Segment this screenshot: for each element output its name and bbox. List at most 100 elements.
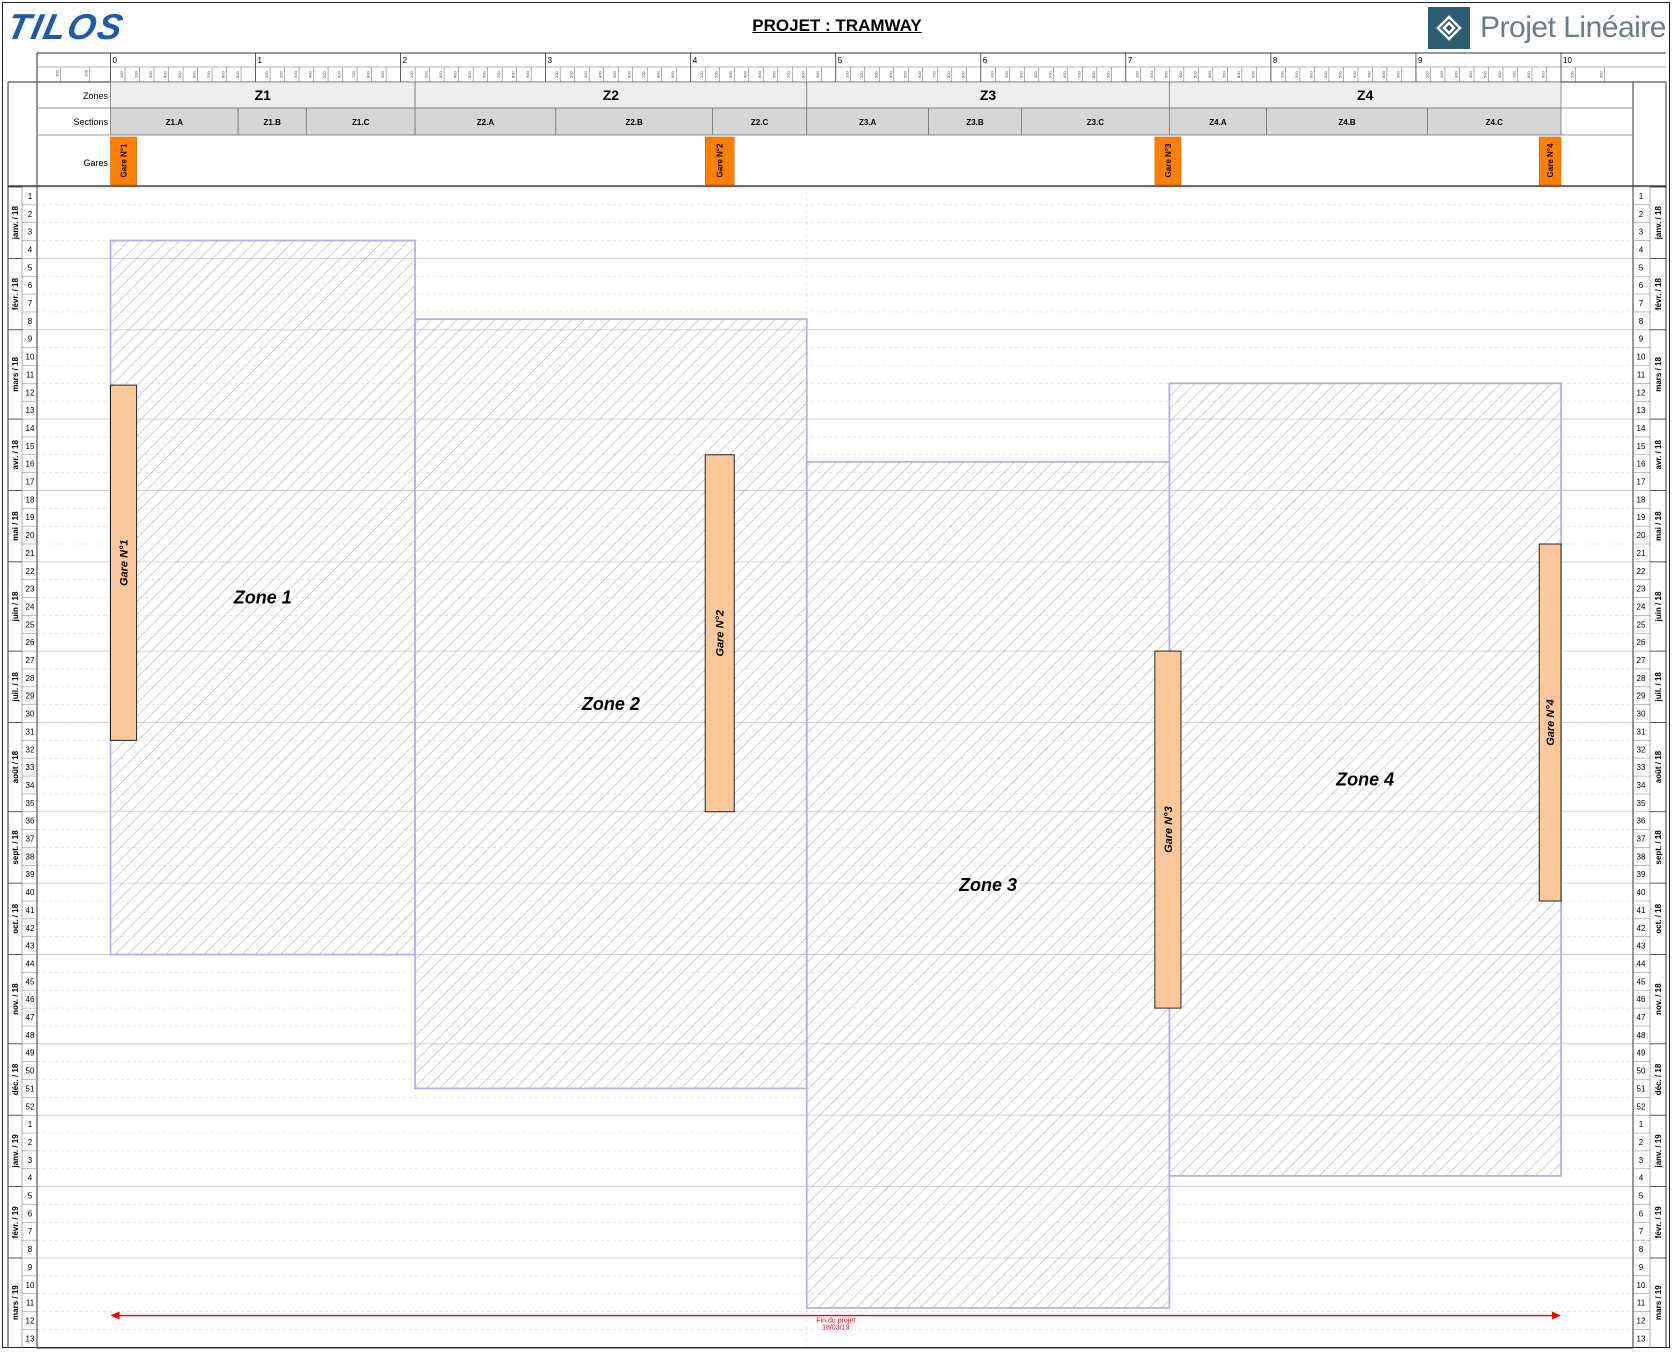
ruler-minor-label: 900 xyxy=(1105,71,1110,78)
week-number-left: 35 xyxy=(26,799,35,808)
week-number-right: 21 xyxy=(1637,549,1646,558)
week-number-left: 34 xyxy=(26,781,35,790)
project-end: Fin du projet18/03/19 xyxy=(110,1311,1561,1332)
month-label-left: sept. / 18 xyxy=(11,830,20,865)
month-label-right: févr. / 19 xyxy=(1654,1206,1663,1239)
zone-header-label: Z2 xyxy=(603,87,620,103)
week-number-left: 26 xyxy=(26,638,35,647)
ruler-minor-label: 300 xyxy=(1453,71,1458,78)
section-header-label: Z4.B xyxy=(1338,118,1356,127)
month-label-right: janv. / 18 xyxy=(1654,206,1663,241)
ruler-minor-label: 500 xyxy=(612,71,617,78)
ruler-minor-label: 100 xyxy=(844,71,849,78)
week-number-right: 16 xyxy=(1637,460,1646,469)
ruler-minor-label: 100 xyxy=(409,71,414,78)
ruler-minor-label: 700 xyxy=(786,71,791,78)
month-label-right: janv. / 19 xyxy=(1654,1134,1663,1169)
ruler-major-label: 7 xyxy=(1128,56,1133,65)
month-label-left: févr. / 19 xyxy=(11,1206,20,1239)
ruler-minor-label: 800 xyxy=(1381,71,1386,78)
week-number-right: 18 xyxy=(1637,495,1646,504)
ruler-minor-label: 800 xyxy=(801,71,806,78)
ruler-minor-label: 700 xyxy=(1511,71,1516,78)
week-number-left: 33 xyxy=(26,763,35,772)
ruler-minor-label: 900 xyxy=(525,71,530,78)
week-number-right: 15 xyxy=(1637,442,1646,451)
week-number-left: 20 xyxy=(26,531,35,540)
month-label-left: déc. / 18 xyxy=(11,1063,20,1095)
week-number-right: 9 xyxy=(1639,1263,1644,1272)
week-number-left: 16 xyxy=(26,460,35,469)
month-label-left: mars / 19 xyxy=(11,1285,20,1320)
week-number-left: 10 xyxy=(26,353,35,362)
section-header-label: Z1.B xyxy=(264,118,282,127)
week-number-right: 2 xyxy=(1639,210,1644,219)
gare-header-label: Gare N°3 xyxy=(1164,143,1173,177)
week-number-left: 39 xyxy=(26,870,35,879)
week-number-right: 12 xyxy=(1637,388,1646,397)
ruler-minor-label: 500 xyxy=(1337,71,1342,78)
week-number-left: 5 xyxy=(28,263,33,272)
week-number-right: 7 xyxy=(1639,1227,1644,1236)
month-label-right: févr. / 18 xyxy=(1654,278,1663,311)
month-label-right: mai / 18 xyxy=(1654,511,1663,541)
gares-row-label: Gares xyxy=(83,158,108,168)
section-header-label: Z1.C xyxy=(352,118,370,127)
week-number-right: 51 xyxy=(1637,1084,1646,1093)
week-number-left: 6 xyxy=(28,1209,33,1218)
ruler-minor-label: 500 xyxy=(1192,71,1197,78)
section-header-label: Z4.A xyxy=(1209,118,1227,127)
week-number-right: 17 xyxy=(1637,478,1646,487)
ruler-minor-label: 600 xyxy=(337,71,342,78)
ruler-minor-label: 200 xyxy=(1570,71,1575,78)
sections-row-label: Sections xyxy=(73,117,108,127)
month-label-left: nov. / 18 xyxy=(11,983,20,1015)
week-number-right: 12 xyxy=(1637,1316,1646,1325)
week-number-left: 3 xyxy=(28,1156,33,1165)
week-number-left: 43 xyxy=(26,942,35,951)
ruler-minor-label: 400 xyxy=(1033,71,1038,78)
section-header-label: Z2.A xyxy=(477,118,495,127)
gare-block-label: Gare N°4 xyxy=(1545,699,1557,746)
ruler-major-label: 10 xyxy=(1563,56,1572,65)
ruler-minor-label: 700 xyxy=(351,71,356,78)
month-label-left: juil. / 18 xyxy=(11,672,20,703)
ruler-major-label: 8 xyxy=(1273,56,1278,65)
week-number-right: 23 xyxy=(1637,585,1646,594)
ruler-minor-label: 200 xyxy=(1004,71,1009,78)
week-number-right: 25 xyxy=(1637,620,1646,629)
week-number-left: 31 xyxy=(26,727,35,736)
week-number-left: 13 xyxy=(26,1334,35,1343)
month-label-left: janv. / 18 xyxy=(11,206,20,241)
ruler-minor-label: 600 xyxy=(627,71,632,78)
arrow-right-icon xyxy=(1552,1311,1561,1320)
ruler-minor-label: 400 xyxy=(163,71,168,78)
ruler-minor-label: 200 xyxy=(1149,71,1154,78)
ruler-minor-label: 400 xyxy=(1178,71,1183,78)
ruler-minor-label: 800 xyxy=(946,71,951,78)
week-number-right: 37 xyxy=(1637,835,1646,844)
ruler-minor-label: 900 xyxy=(815,71,820,78)
week-number-left: 21 xyxy=(26,549,35,558)
ruler-minor-label: 900 xyxy=(960,71,965,78)
week-number-right: 7 xyxy=(1639,299,1644,308)
week-number-right: 40 xyxy=(1637,888,1646,897)
week-number-right: 41 xyxy=(1637,906,1646,915)
week-number-right: 6 xyxy=(1639,281,1644,290)
section-header-label: Z1.A xyxy=(166,118,184,127)
week-number-right: 4 xyxy=(1639,245,1644,254)
week-number-right: 44 xyxy=(1637,959,1646,968)
month-label-right: mars / 18 xyxy=(1654,357,1663,392)
week-number-left: 3 xyxy=(28,228,33,237)
week-number-right: 3 xyxy=(1639,228,1644,237)
ruler-minor-label: 400 xyxy=(598,71,603,78)
ruler-minor-label: 100 xyxy=(1134,71,1139,78)
week-number-left: 5 xyxy=(28,1192,33,1201)
week-number-left: 7 xyxy=(28,1227,33,1236)
month-label-left: mars / 18 xyxy=(11,357,20,392)
week-number-left: 4 xyxy=(28,245,33,254)
ruler-major-label: 1 xyxy=(258,56,263,65)
ruler-minor-label: 100 xyxy=(554,71,559,78)
week-number-left: 37 xyxy=(26,835,35,844)
week-number-right: 13 xyxy=(1637,1334,1646,1343)
